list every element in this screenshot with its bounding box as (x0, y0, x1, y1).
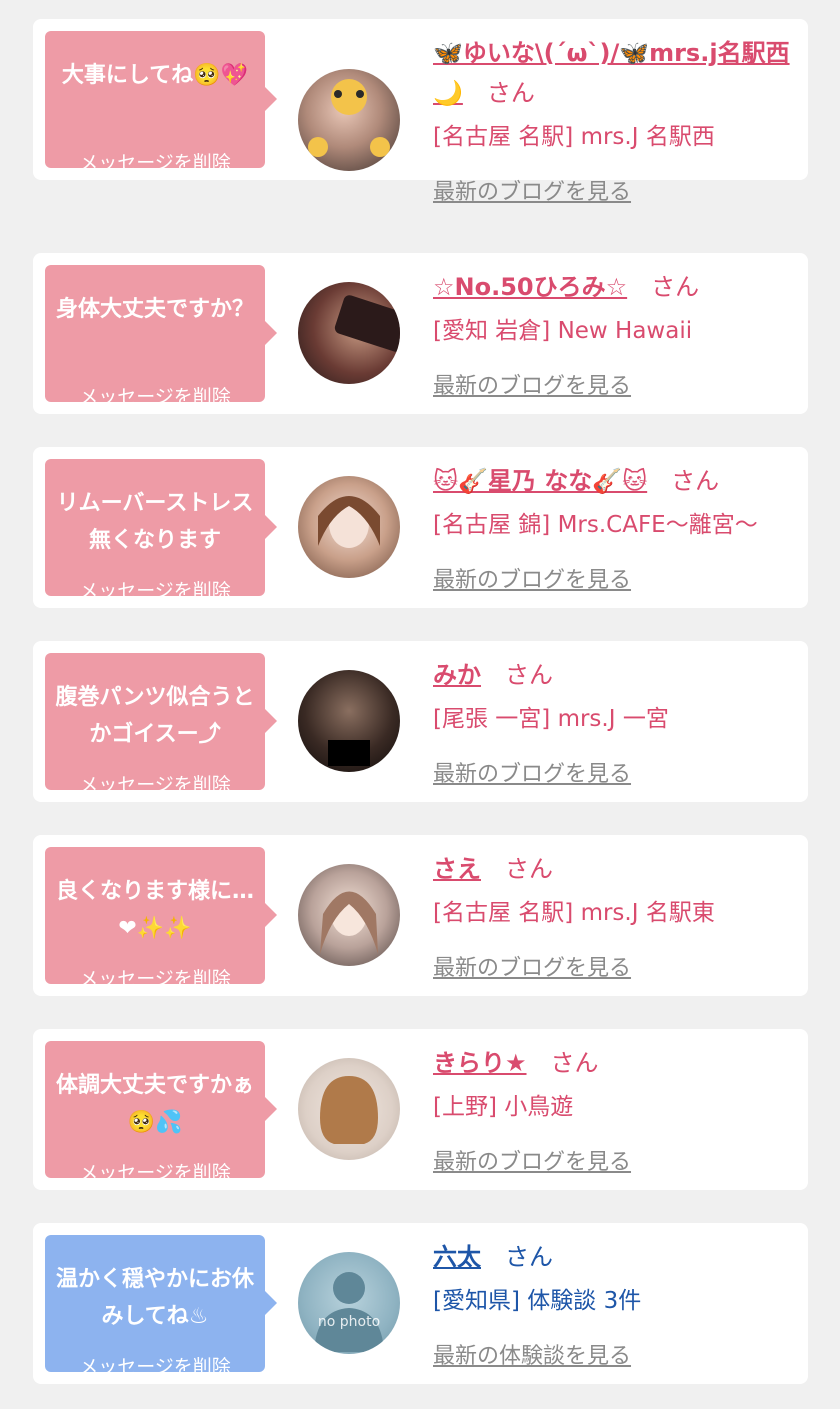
message-card: 腹巻パンツ似合うとかゴイスー⤴ メッセージを削除 みか さん [尾張 一宮] mr… (33, 641, 808, 802)
shop-info: [上野] 小鳥遊 (433, 1094, 574, 1120)
message-list: 大事にしてね🥺💖 メッセージを削除 🦋ゆいな\(´ω`)/🦋mrs.j名駅西🌙 さ… (0, 0, 840, 1409)
shop-info: [名古屋 名駅] mrs.J 名駅西 (433, 124, 715, 150)
message-card: 体調大丈夫ですかぁ🥺💦 メッセージを削除 きらり★ さん [上野] 小鳥遊 最新の… (33, 1029, 808, 1190)
message-text: リムーバーストレス無くなります (56, 491, 254, 553)
shop-info: [愛知 岩倉] New Hawaii (433, 318, 693, 344)
latest-blog-link[interactable]: 最新のブログを見る (433, 562, 631, 594)
delete-message-link[interactable]: メッセージを削除 (45, 964, 265, 991)
shop-info: [名古屋 名駅] mrs.J 名駅東 (433, 900, 715, 926)
delete-message-link[interactable]: メッセージを削除 (45, 770, 265, 797)
honorific: さん (505, 661, 553, 689)
avatar[interactable] (298, 69, 400, 171)
avatar-image (320, 891, 378, 954)
no-photo-label: no photo (317, 1314, 381, 1330)
latest-blog-link[interactable]: 最新のブログを見る (433, 950, 631, 982)
shop-info: [尾張 一宮] mrs.J 一宮 (433, 706, 669, 732)
avatar[interactable] (298, 282, 400, 384)
message-bubble: 大事にしてね🥺💖 メッセージを削除 (45, 31, 277, 174)
sender-name-link[interactable]: さえ (433, 855, 481, 883)
avatar[interactable] (298, 476, 400, 578)
message-bubble: 良くなります様に…❤✨✨ メッセージを削除 (45, 847, 277, 990)
sender-name-link[interactable]: 六太 (433, 1243, 481, 1271)
latest-blog-link[interactable]: 最新のブログを見る (433, 756, 631, 788)
shop-info: [愛知県] 体験談 3件 (433, 1288, 642, 1314)
honorific: さん (505, 1243, 553, 1271)
latest-blog-link[interactable]: 最新のブログを見る (433, 368, 631, 400)
message-bubble: 身体大丈夫ですか？ メッセージを削除 (45, 265, 277, 408)
message-text: 大事にしてね🥺💖 (61, 63, 249, 88)
message-text: 温かく穏やかにお休みしてね♨ (55, 1267, 254, 1329)
latest-blog-link[interactable]: 最新のブログを見る (433, 1144, 631, 1176)
honorific: さん (505, 855, 553, 883)
sender-name-link[interactable]: ☆No.50ひろみ☆ (433, 273, 627, 301)
avatar-image (328, 740, 370, 766)
delete-message-link[interactable]: メッセージを削除 (45, 148, 265, 175)
honorific: さん (671, 467, 720, 495)
sender-name-line: みか さん (433, 655, 798, 695)
shop-info: [名古屋 錦] Mrs.CAFE〜離宮〜 (433, 512, 758, 538)
person-silhouette-icon (314, 1272, 384, 1352)
delete-message-link[interactable]: メッセージを削除 (45, 576, 265, 603)
avatar-image (318, 496, 380, 548)
message-bubble: 温かく穏やかにお休みしてね♨ メッセージを削除 (45, 1235, 277, 1378)
delete-message-link[interactable]: メッセージを削除 (45, 1158, 265, 1185)
message-card: 身体大丈夫ですか？ メッセージを削除 ☆No.50ひろみ☆ さん [愛知 岩倉] … (33, 253, 808, 414)
message-text: 体調大丈夫ですかぁ🥺💦 (55, 1073, 254, 1135)
honorific: さん (651, 273, 700, 301)
message-card: 良くなります様に…❤✨✨ メッセージを削除 さえ さん [名古屋 名駅] mrs.… (33, 835, 808, 996)
avatar[interactable] (298, 1058, 400, 1160)
message-text: 良くなります様に…❤✨✨ (55, 879, 254, 941)
message-text: 身体大丈夫ですか？ (55, 297, 254, 322)
honorific: さん (550, 1049, 599, 1077)
message-bubble: 体調大丈夫ですかぁ🥺💦 メッセージを削除 (45, 1041, 277, 1184)
avatar-image (320, 1076, 378, 1144)
sender-name-line: さえ さん (433, 849, 798, 889)
honorific: さん (486, 79, 535, 107)
avatar-image (334, 295, 400, 352)
sender-name-line: 六太 さん (433, 1237, 798, 1277)
message-bubble: リムーバーストレス無くなります メッセージを削除 (45, 459, 277, 602)
latest-blog-link[interactable]: 最新のブログを見る (433, 174, 631, 206)
message-text: 腹巻パンツ似合うとかゴイスー⤴ (55, 685, 255, 747)
sender-name-line: ☆No.50ひろみ☆ さん (433, 267, 798, 307)
message-bubble: 腹巻パンツ似合うとかゴイスー⤴ メッセージを削除 (45, 653, 277, 796)
message-card: リムーバーストレス無くなります メッセージを削除 🐱🎸星乃 なな🎸🐱 さん [名古… (33, 447, 808, 608)
sender-name-line: 🦋ゆいな\(´ω`)/🦋mrs.j名駅西🌙 さん (433, 33, 798, 113)
avatar[interactable] (298, 670, 400, 772)
avatar-image (308, 79, 390, 157)
delete-message-link[interactable]: メッセージを削除 (45, 1352, 265, 1379)
delete-message-link[interactable]: メッセージを削除 (45, 382, 265, 409)
sender-name-link[interactable]: きらり★ (433, 1049, 527, 1077)
message-card: 大事にしてね🥺💖 メッセージを削除 🦋ゆいな\(´ω`)/🦋mrs.j名駅西🌙 さ… (33, 19, 808, 205)
no-photo-avatar[interactable]: no photo (298, 1252, 400, 1354)
latest-reviews-link[interactable]: 最新の体験談を見る (433, 1338, 631, 1370)
sender-name-link[interactable]: 🐱🎸星乃 なな🎸🐱 (433, 467, 647, 495)
avatar[interactable] (298, 864, 400, 966)
sender-name-link[interactable]: みか (433, 661, 481, 689)
sender-name-line: 🐱🎸星乃 なな🎸🐱 さん (433, 461, 798, 501)
message-card: 温かく穏やかにお休みしてね♨ メッセージを削除 no photo 六太 さん [愛… (33, 1223, 808, 1384)
sender-name-line: きらり★ さん (433, 1043, 798, 1083)
